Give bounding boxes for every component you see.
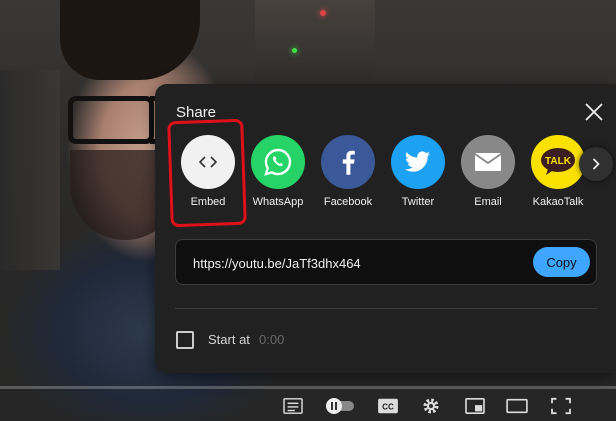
share-title: Share — [176, 104, 217, 121]
share-url[interactable]: https://youtu.be/JaTf3dhx464 — [193, 256, 361, 271]
share-target-label: Twitter — [401, 196, 435, 208]
person-glasses — [68, 96, 154, 144]
background-shelf — [255, 0, 375, 80]
share-url-box: https://youtu.be/JaTf3dhx464 Copy — [175, 239, 597, 285]
copy-button[interactable]: Copy — [533, 247, 590, 277]
chevron-right-icon — [592, 158, 600, 170]
email-icon — [461, 135, 515, 189]
fullscreen-icon[interactable] — [549, 395, 573, 417]
theater-icon[interactable] — [505, 395, 529, 417]
close-icon[interactable] — [583, 101, 605, 123]
embed-highlight-annotation — [167, 118, 247, 228]
twitter-icon — [391, 135, 445, 189]
share-target-twitter[interactable]: Twitter — [383, 135, 453, 208]
background-light-red — [320, 10, 326, 16]
whatsapp-icon — [251, 135, 305, 189]
share-target-email[interactable]: Email — [453, 135, 523, 208]
divider — [175, 308, 597, 309]
start-at-label: Start at — [208, 332, 250, 347]
share-target-whatsapp[interactable]: WhatsApp — [243, 135, 313, 208]
share-target-label: Email — [474, 196, 502, 208]
subtitles-icon[interactable]: CC — [376, 395, 400, 417]
progress-bar[interactable] — [0, 386, 616, 389]
share-target-label: Facebook — [323, 196, 373, 208]
background-monitor — [0, 70, 60, 270]
miniplayer-icon[interactable] — [463, 395, 487, 417]
share-target-facebook[interactable]: Facebook — [313, 135, 383, 208]
start-at-checkbox[interactable] — [176, 331, 194, 349]
share-target-label: KakaoTalk — [532, 196, 584, 208]
share-target-label: WhatsApp — [252, 196, 304, 208]
cc-label: CC — [382, 403, 394, 412]
start-at-time[interactable]: 0:00 — [259, 332, 284, 347]
kakaotalk-badge-text: TALK — [545, 156, 572, 167]
autoplay-toggle[interactable] — [324, 395, 356, 417]
transcript-icon[interactable] — [281, 395, 305, 417]
facebook-icon — [321, 135, 375, 189]
kakaotalk-icon: TALK — [531, 135, 585, 189]
background-light-green — [292, 48, 297, 53]
next-targets-button[interactable] — [579, 147, 613, 181]
player-controls: CC — [0, 393, 616, 421]
settings-icon[interactable] — [419, 395, 443, 417]
